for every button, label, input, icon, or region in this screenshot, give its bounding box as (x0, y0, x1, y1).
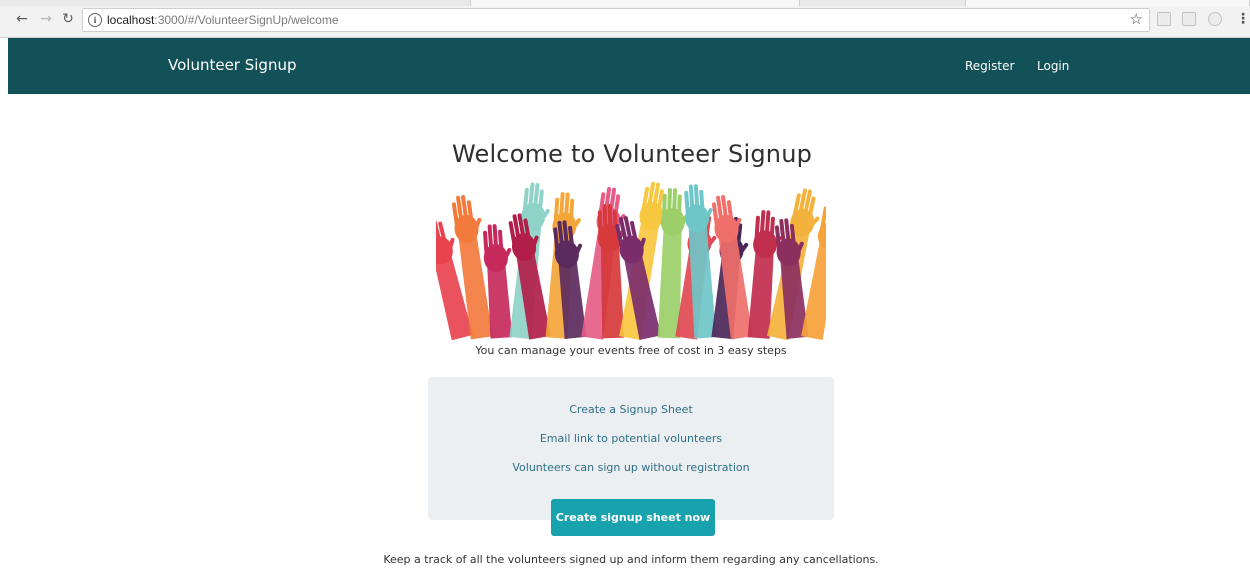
tab-strip (0, 0, 1250, 6)
reload-icon[interactable]: ↻ (60, 11, 76, 27)
brand-logo[interactable]: Volunteer Signup (168, 56, 296, 74)
app-header: Volunteer Signup Register Login (8, 38, 1250, 94)
page-title: Welcome to Volunteer Signup (451, 140, 813, 168)
extension-icon[interactable] (1157, 12, 1171, 26)
star-icon[interactable]: ☆ (1130, 10, 1143, 28)
raised-hands-image (436, 181, 826, 340)
sync-extension-icon[interactable] (1208, 12, 1222, 26)
login-link[interactable]: Login (1037, 59, 1069, 73)
pdf-extension-icon[interactable] (1182, 12, 1196, 26)
browser-toolbar: ← → ↻ i localhost:3000/#/VolunteerSignUp… (0, 0, 1250, 38)
url-text[interactable]: localhost:3000/#/VolunteerSignUp/welcome (107, 13, 339, 27)
forward-arrow-icon[interactable]: → (38, 11, 54, 27)
tagline: You can manage your events free of cost … (475, 344, 787, 357)
tab[interactable] (470, 0, 800, 6)
step-volunteers-signup: Volunteers can sign up without registrat… (512, 461, 750, 474)
address-bar[interactable]: i localhost:3000/#/VolunteerSignUp/welco… (82, 8, 1150, 32)
tab[interactable] (965, 0, 1250, 6)
step-email-link: Email link to potential volunteers (539, 432, 723, 445)
url-host: localhost (107, 13, 155, 27)
step-create-sheet: Create a Signup Sheet (569, 403, 693, 416)
footer-note: Keep a track of all the volunteers signe… (383, 553, 879, 566)
url-path: :3000/#/VolunteerSignUp/welcome (154, 13, 339, 27)
register-link[interactable]: Register (965, 59, 1014, 73)
info-icon[interactable]: i (88, 13, 102, 27)
back-arrow-icon[interactable]: ← (14, 11, 30, 27)
more-vertical-icon[interactable]: ⋮ (1236, 11, 1250, 27)
create-signup-sheet-button[interactable]: Create signup sheet now (551, 499, 715, 536)
